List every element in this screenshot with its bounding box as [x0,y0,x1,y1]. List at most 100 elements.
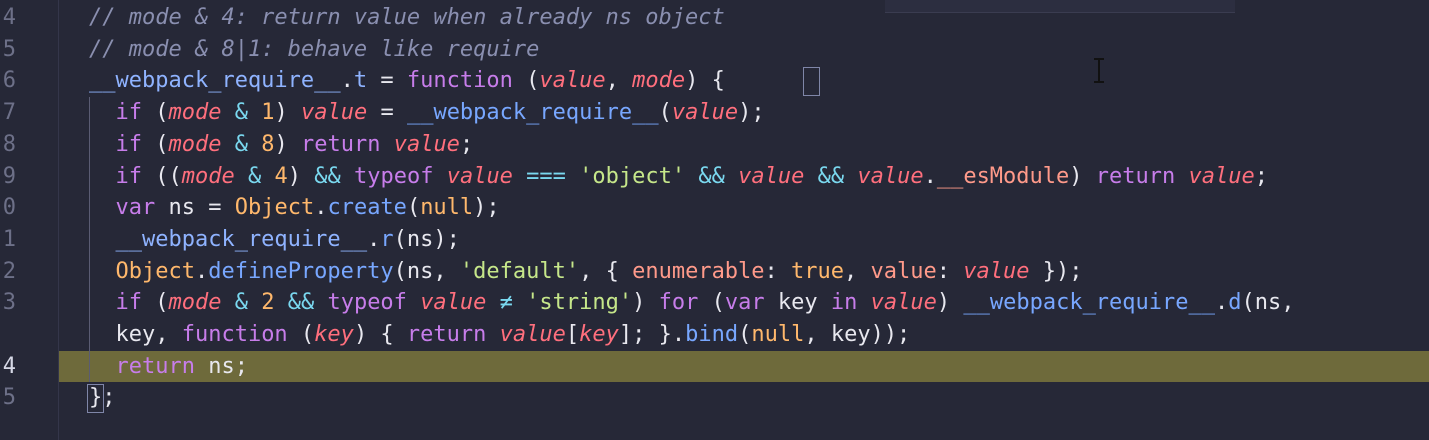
code-token: ( [141,131,169,157]
code-token: if [89,100,142,126]
code-token: ); [473,195,500,221]
code-token: ( [512,68,540,94]
code-token: function [181,322,288,347]
line-number: 2 [2,258,16,284]
code-token: ) [274,131,301,157]
code-token: }); [1029,258,1083,284]
code-token: key [764,290,831,316]
code-line[interactable]: Object.defineProperty(ns, 'default', { e… [59,256,1429,288]
code-token: , [844,258,871,284]
code-token: && [685,163,739,189]
code-token: & [221,100,262,126]
code-token: ( [406,195,421,221]
code-line[interactable]: __webpack_require__.r(ns); [59,224,1429,256]
code-line[interactable]: var ns = Object.create(null); [59,192,1429,224]
line-number: 5 [2,36,16,62]
code-token: typeof [327,290,407,316]
code-token: value [300,100,368,126]
code-token: __webpack_require__ [406,100,659,126]
line-number: 8 [2,131,16,157]
cursor-stem [1098,58,1100,83]
code-token: . [340,68,354,94]
code-token: value [671,100,739,126]
code-token: & [221,131,262,157]
line-number: 0 [2,195,16,221]
code-token: 1 [261,100,275,126]
code-token: ; [1254,163,1268,189]
code-editor[interactable]: // mode & 4: return value when already n… [59,0,1429,440]
code-token: & [234,163,275,189]
code-token: Object [89,258,195,284]
code-line[interactable]: key, function (key) { return value[key];… [59,319,1429,351]
code-token: && [274,290,328,316]
code-token: ns; [194,353,248,379]
code-token: if [89,290,142,316]
code-token: [ [565,322,580,347]
line-number: 1 [2,226,16,252]
code-token: = [367,68,407,94]
code-token: return [300,131,381,157]
code-token: . [314,195,328,221]
line-number: 3 [2,290,16,316]
code-token: key [314,322,354,347]
code-token: : [936,258,964,284]
code-token: defineProperty [208,258,394,284]
code-line[interactable]: if (mode & 1) value = __webpack_require_… [59,97,1429,129]
code-token: (ns); [393,226,460,252]
code-token: null [751,322,805,347]
code-token: ( [738,322,752,347]
code-token: ) [287,163,315,189]
code-line[interactable]: __webpack_require__.t = function (value,… [59,65,1429,97]
code-token: . [367,226,381,252]
code-line[interactable]: if (mode & 8) return value; [59,129,1429,161]
code-token: value [870,290,937,316]
code-token: && [804,163,858,189]
code-line[interactable]: // mode & 4: return value when already n… [59,2,1429,34]
line-number: 5 [2,385,16,411]
code-token: value [870,258,937,284]
code-token: ( [698,290,725,316]
code-token: ) [632,290,659,316]
code-token: value [393,131,460,157]
code-token: , key)); [804,322,911,347]
code-token: mode [168,100,222,126]
code-line[interactable]: }; [59,382,1429,414]
code-token: (( [141,163,182,189]
code-token: value [1188,163,1255,189]
code-token: in [830,290,858,316]
code-token: ns = [155,195,235,221]
indent-guide [89,97,90,383]
matching-brace-highlight [87,384,104,414]
code-token: , { [579,258,633,284]
code-token: 4 [274,163,288,189]
code-token: ) [274,100,301,126]
code-token: __webpack_require__ [963,290,1216,316]
code-token: mode [168,290,222,316]
code-line[interactable]: if ((mode & 4) && typeof value === 'obje… [59,161,1429,193]
matching-brace-highlight [803,67,820,97]
code-token: key [579,322,619,347]
code-line[interactable]: // mode & 8|1: behave like require [59,34,1429,66]
code-token: && [314,163,341,189]
code-token: mode [181,163,235,189]
line-number: 6 [2,68,16,94]
code-token: . [923,163,937,189]
line-number: 7 [2,100,16,126]
code-token: Object [234,195,315,221]
code-token: ( [141,100,169,126]
code-token: ≠ [486,290,527,316]
highlighted-code-line[interactable]: return ns; [59,350,1429,383]
code-token: // mode & 4: return value when already n… [89,5,725,30]
code-token: mode [168,131,222,157]
code-token: 'string' [526,290,633,316]
code-token: // mode & 8|1: behave like require [89,36,540,62]
line-number: 4 [2,5,16,30]
code-line[interactable]: if (mode & 2 && typeof value ≠ 'string')… [59,287,1429,319]
code-token: , [605,68,633,94]
code-token: mode [632,68,686,94]
text-cursor-icon [1094,58,1104,83]
line-number: 9 [2,163,16,189]
